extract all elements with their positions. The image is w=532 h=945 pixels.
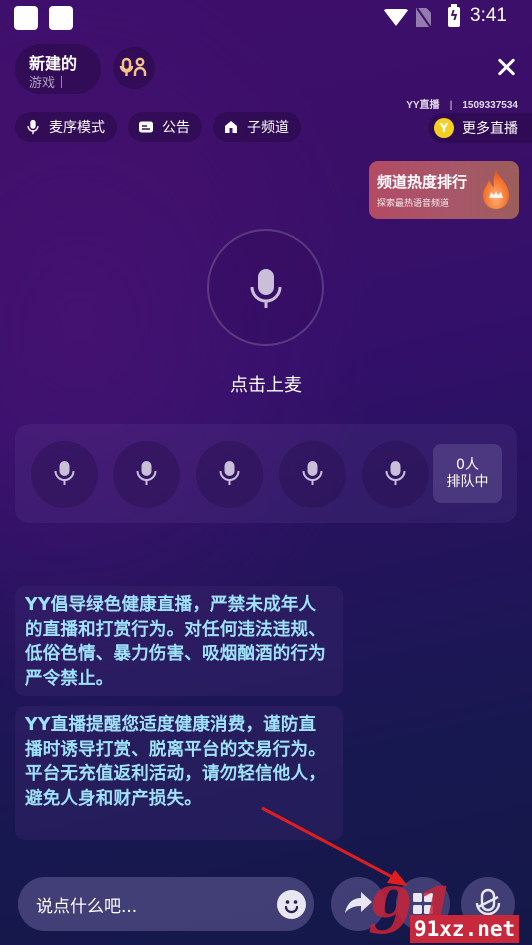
- status-time: 3:41: [470, 5, 507, 26]
- divider: |: [449, 100, 453, 111]
- room-category: 游戏: [29, 72, 63, 91]
- rank-card-subtitle: 探索最热语音频道: [377, 199, 450, 209]
- mic-seat[interactable]: [113, 441, 180, 508]
- mic-icon: [136, 461, 157, 485]
- notice-message: YY直播提醒您适度健康消费，谨防直播时诱导打赏、脱离平台的交易行为。平台无充值返…: [15, 706, 343, 840]
- notice-message: YY倡导绿色健康直播，严禁未成年人的直播和打赏行为。对任何违法违规、低俗色情、暴…: [15, 586, 343, 696]
- mic-seat[interactable]: [196, 441, 263, 508]
- rank-card-title: 频道热度排行: [377, 173, 468, 191]
- mic-icon: [250, 269, 282, 308]
- home-icon: [225, 121, 237, 133]
- close-button[interactable]: [492, 54, 520, 82]
- mic-icon: [219, 461, 240, 485]
- mic-seat[interactable]: [31, 441, 98, 508]
- wifi-icon: [383, 9, 409, 26]
- more-live-button[interactable]: 更多直播: [428, 113, 532, 143]
- divider: [61, 76, 63, 88]
- flame-crown-icon: [483, 170, 509, 209]
- app-square-icon: [49, 6, 73, 30]
- chip-mic-order-mode[interactable]: 麦序模式: [15, 112, 117, 142]
- channel-id: 1509337534: [462, 100, 518, 111]
- chip-notice[interactable]: 公告: [128, 112, 202, 142]
- channel-info: YY直播 | 1509337534: [406, 96, 518, 111]
- battery-charging-icon: ϟ: [448, 4, 460, 27]
- yy-logo-icon: [434, 118, 454, 138]
- room-info-button[interactable]: 新建的 游戏: [15, 44, 101, 94]
- emoji-button[interactable]: [277, 890, 306, 919]
- notice-icon: [139, 121, 153, 133]
- chip-label: 子频道: [247, 120, 289, 136]
- channel-rank-card[interactable]: 频道热度排行 探索最热语音频道: [369, 161, 519, 219]
- queue-button[interactable]: 0人 排队中: [433, 444, 502, 503]
- mic-person-icon: [119, 57, 147, 76]
- app-square-icon: [14, 6, 38, 30]
- no-sim-icon: [416, 8, 431, 27]
- room-category-label: 游戏: [29, 76, 56, 91]
- queue-count: 0人: [456, 456, 479, 473]
- chip-sub-channel[interactable]: 子频道: [213, 112, 301, 142]
- chip-label: 公告: [162, 120, 190, 136]
- chat-input[interactable]: 说点什么吧...: [18, 877, 314, 931]
- mic-icon: [27, 119, 39, 135]
- mic-icon: [302, 461, 323, 485]
- mic-icon: [385, 461, 406, 485]
- take-mic-button[interactable]: [207, 229, 324, 346]
- status-bar: ϟ 3:41: [0, 0, 532, 38]
- chip-label: 麦序模式: [49, 120, 105, 136]
- watermark: 91xz.net: [410, 915, 520, 943]
- notice-text: YY直播提醒您适度健康消费，谨防直播时诱导打赏、脱离平台的交易行为。平台无充值返…: [25, 715, 326, 809]
- chat-input-placeholder: 说点什么吧...: [36, 897, 138, 917]
- mic-seat[interactable]: [362, 441, 429, 508]
- mic-seat[interactable]: [279, 441, 346, 508]
- smiley-icon: [284, 900, 299, 914]
- mic-icon: [54, 461, 75, 485]
- room-name: 新建的: [29, 54, 78, 73]
- notice-text: YY倡导绿色健康直播，严禁未成年人的直播和打赏行为。对任何违法违规、低俗色情、暴…: [25, 595, 326, 689]
- mic-seats-panel: 0人 排队中: [15, 424, 517, 523]
- more-live-label: 更多直播: [462, 121, 518, 137]
- channel-brand: YY直播: [406, 100, 440, 111]
- queue-label: 排队中: [446, 473, 489, 490]
- take-mic-label: 点击上麦: [230, 375, 302, 396]
- mic-mode-button[interactable]: [113, 47, 155, 89]
